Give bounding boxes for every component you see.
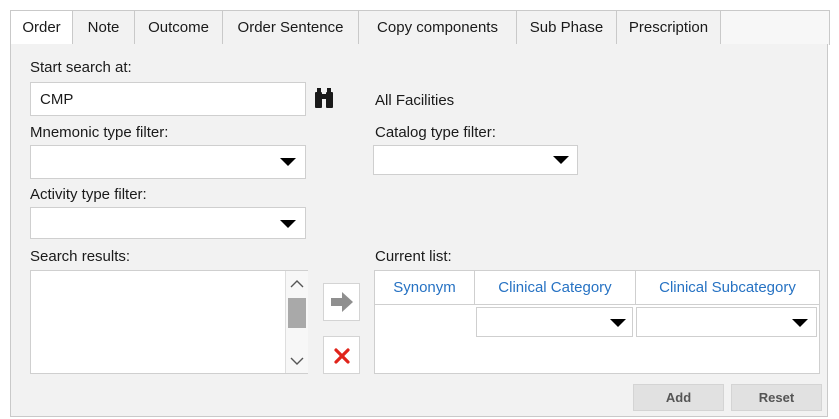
- catalog-filter-dropdown[interactable]: [373, 145, 578, 175]
- column-header-clinical-category[interactable]: Clinical Category: [475, 271, 636, 304]
- column-header-synonym[interactable]: Synonym: [375, 271, 475, 304]
- tab-order-sentence[interactable]: Order Sentence: [223, 11, 359, 45]
- mnemonic-filter-label: Mnemonic type filter:: [30, 124, 169, 141]
- tab-label: Sub Phase: [529, 19, 604, 36]
- current-list-label: Current list:: [375, 248, 452, 265]
- scroll-up-icon[interactable]: [290, 279, 304, 288]
- activity-filter-label: Activity type filter:: [30, 186, 147, 203]
- arrow-right-icon: [331, 292, 353, 312]
- chevron-down-icon: [792, 319, 808, 327]
- clinical-subcategory-dropdown[interactable]: [636, 307, 817, 337]
- tab-label: Copy components: [377, 19, 498, 36]
- tab-label: Prescription: [628, 19, 709, 36]
- add-to-list-button[interactable]: [323, 283, 360, 321]
- tab-outcome[interactable]: Outcome: [135, 11, 223, 45]
- chevron-down-icon: [553, 156, 569, 164]
- results-scrollbar[interactable]: [285, 271, 308, 373]
- search-results-label: Search results:: [30, 248, 131, 265]
- add-button[interactable]: Add: [633, 384, 724, 411]
- red-x-icon: [334, 348, 350, 364]
- tab-label: Order Sentence: [237, 19, 344, 36]
- chevron-down-icon: [280, 158, 296, 166]
- tab-note[interactable]: Note: [73, 11, 135, 45]
- tab-prescription[interactable]: Prescription: [617, 11, 721, 45]
- tab-copy-components[interactable]: Copy components: [359, 11, 517, 45]
- tab-order[interactable]: Order: [11, 11, 73, 45]
- chevron-down-icon: [610, 319, 626, 327]
- table-header: Synonym Clinical Category Clinical Subca…: [375, 271, 819, 305]
- mnemonic-filter-dropdown[interactable]: [30, 145, 306, 179]
- tab-label: Note: [87, 19, 120, 36]
- activity-filter-dropdown[interactable]: [30, 207, 306, 239]
- tab-strip: Order Note Outcome Order Sentence Copy c…: [10, 10, 830, 45]
- search-results-list[interactable]: [30, 270, 308, 374]
- search-input-value: CMP: [40, 91, 74, 108]
- binoculars-icon[interactable]: [313, 88, 335, 108]
- chevron-down-icon: [280, 220, 296, 228]
- table-row[interactable]: [375, 305, 819, 339]
- remove-from-list-button[interactable]: [323, 336, 360, 374]
- tab-label: Outcome: [148, 19, 209, 36]
- catalog-filter-label: Catalog type filter:: [375, 124, 496, 141]
- search-input[interactable]: CMP: [30, 82, 306, 116]
- start-search-label: Start search at:: [30, 59, 132, 76]
- clinical-category-dropdown[interactable]: [476, 307, 633, 337]
- scroll-thumb[interactable]: [288, 298, 306, 328]
- tab-sub-phase[interactable]: Sub Phase: [517, 11, 617, 45]
- tab-label: Order: [22, 19, 61, 36]
- scroll-down-icon[interactable]: [290, 357, 304, 366]
- column-header-clinical-subcategory[interactable]: Clinical Subcategory: [636, 271, 819, 304]
- synonym-cell: [375, 305, 475, 339]
- current-list-table: Synonym Clinical Category Clinical Subca…: [374, 270, 820, 374]
- facility-label: All Facilities: [375, 92, 455, 109]
- reset-button[interactable]: Reset: [731, 384, 822, 411]
